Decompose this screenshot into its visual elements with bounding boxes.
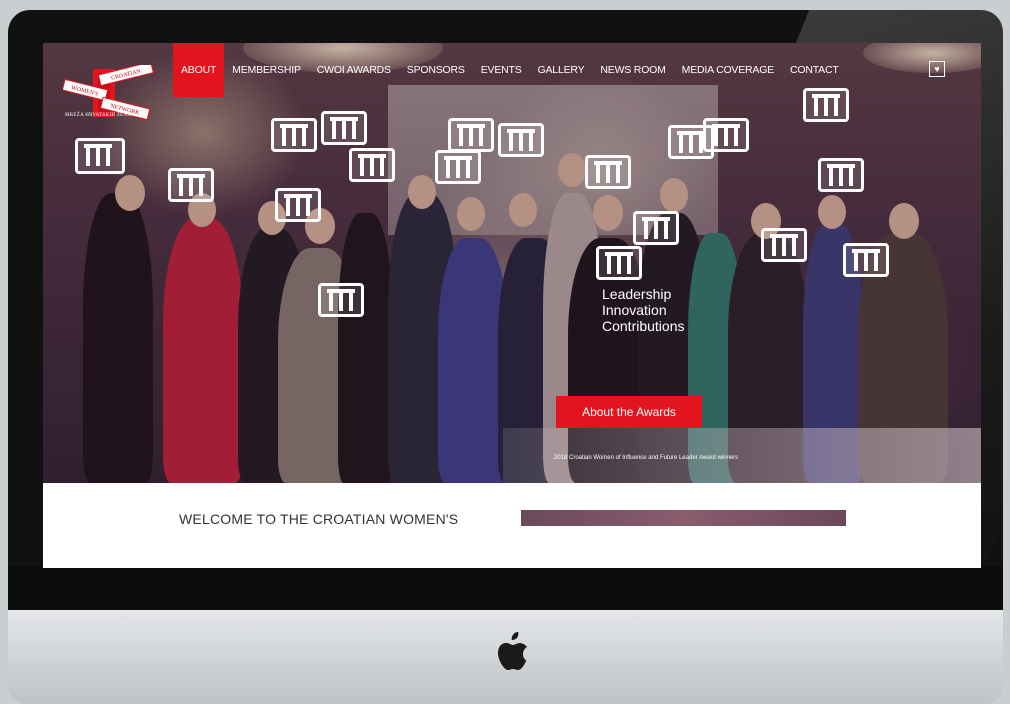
award-trophy-icon (448, 118, 494, 152)
nav-item-events[interactable]: EVENTS (473, 43, 530, 97)
award-trophy-icon (349, 148, 395, 182)
award-trophy-icon (633, 211, 679, 245)
award-trophy-icon (703, 118, 749, 152)
nav-item-sponsors[interactable]: SPONSORS (399, 43, 473, 97)
award-trophy-icon (168, 168, 214, 202)
award-trophy-icon (271, 118, 317, 152)
nav-item-gallery[interactable]: GALLERY (530, 43, 593, 97)
about-the-awards-button[interactable]: About the Awards (556, 396, 702, 428)
nav-item-about[interactable]: ABOUT (173, 43, 225, 97)
logo-ribbon-top: CROATIAN (97, 65, 154, 87)
nav-item-news-room[interactable]: NEWS ROOM (592, 43, 673, 97)
nav-item-cwoi-awards[interactable]: CWOI AWARDS (309, 43, 399, 97)
tagline-line: Leadership (602, 286, 672, 302)
award-trophy-icon (275, 188, 321, 222)
nav-item-contact[interactable]: CONTACT (782, 43, 847, 97)
monitor-bottom-band (8, 566, 1003, 612)
award-trophy-icon (818, 158, 864, 192)
award-trophy-icon (75, 138, 125, 174)
apple-logo-icon (498, 632, 527, 670)
award-trophy-icon (318, 283, 364, 317)
hero-caption: 2018 Croatian Women of Influence and Fut… (554, 455, 739, 461)
hero-banner: CROATIAN WOMEN'S NETWORK MREŽA HRVATSKIH… (43, 43, 981, 483)
award-trophy-icon (843, 243, 889, 277)
tagline-line: Innovation (602, 302, 667, 318)
website-screen: CROATIAN WOMEN'S NETWORK MREŽA HRVATSKIH… (43, 43, 981, 568)
award-trophy-icon (596, 246, 642, 280)
nav-item-media-coverage[interactable]: MEDIA COVERAGE (674, 43, 782, 97)
award-trophy-icon (761, 228, 807, 262)
twitter-glyph: ♥ (934, 64, 940, 74)
welcome-heading: WELCOME TO THE CROATIAN WOMEN'S (179, 511, 459, 527)
twitter-icon[interactable]: ♥ (929, 61, 945, 77)
award-trophy-icon (321, 111, 367, 145)
welcome-image (521, 510, 846, 526)
award-trophy-icon (585, 155, 631, 189)
hero-tagline: Leadership Innovation Contributions (602, 286, 685, 334)
award-trophy-icon (435, 150, 481, 184)
main-nav: ABOUT MEMBERSHIP CWOI AWARDS SPONSORS EV… (173, 43, 847, 97)
logo-subtitle: MREŽA HRVATSKIH ŽENA (65, 113, 132, 118)
award-trophy-icon (498, 123, 544, 157)
nav-item-membership[interactable]: MEMBERSHIP (224, 43, 309, 97)
tagline-line: Contributions (602, 318, 685, 334)
